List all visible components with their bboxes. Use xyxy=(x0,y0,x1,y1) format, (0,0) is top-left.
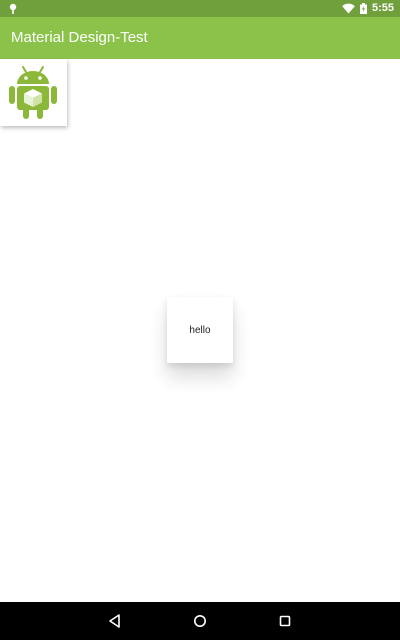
screen: 5:55 Material Design-Test hello xyxy=(0,0,400,640)
hello-text: hello xyxy=(189,324,211,336)
android-robot-icon xyxy=(9,66,57,119)
navigation-bar xyxy=(0,602,400,640)
content-area: hello xyxy=(0,59,400,602)
status-bar: 5:55 xyxy=(0,0,400,17)
status-icons: 5:55 xyxy=(342,0,394,17)
battery-icon xyxy=(359,3,367,14)
hello-card[interactable]: hello xyxy=(167,297,233,363)
app-title: Material Design-Test xyxy=(11,29,148,46)
recents-icon[interactable] xyxy=(277,613,293,629)
wifi-icon xyxy=(342,3,355,14)
back-icon[interactable] xyxy=(107,613,123,629)
home-icon[interactable] xyxy=(192,613,208,629)
status-time: 5:55 xyxy=(371,2,394,14)
notification-icon xyxy=(9,3,17,14)
image-card[interactable] xyxy=(0,59,67,126)
app-bar: Material Design-Test xyxy=(0,17,400,59)
